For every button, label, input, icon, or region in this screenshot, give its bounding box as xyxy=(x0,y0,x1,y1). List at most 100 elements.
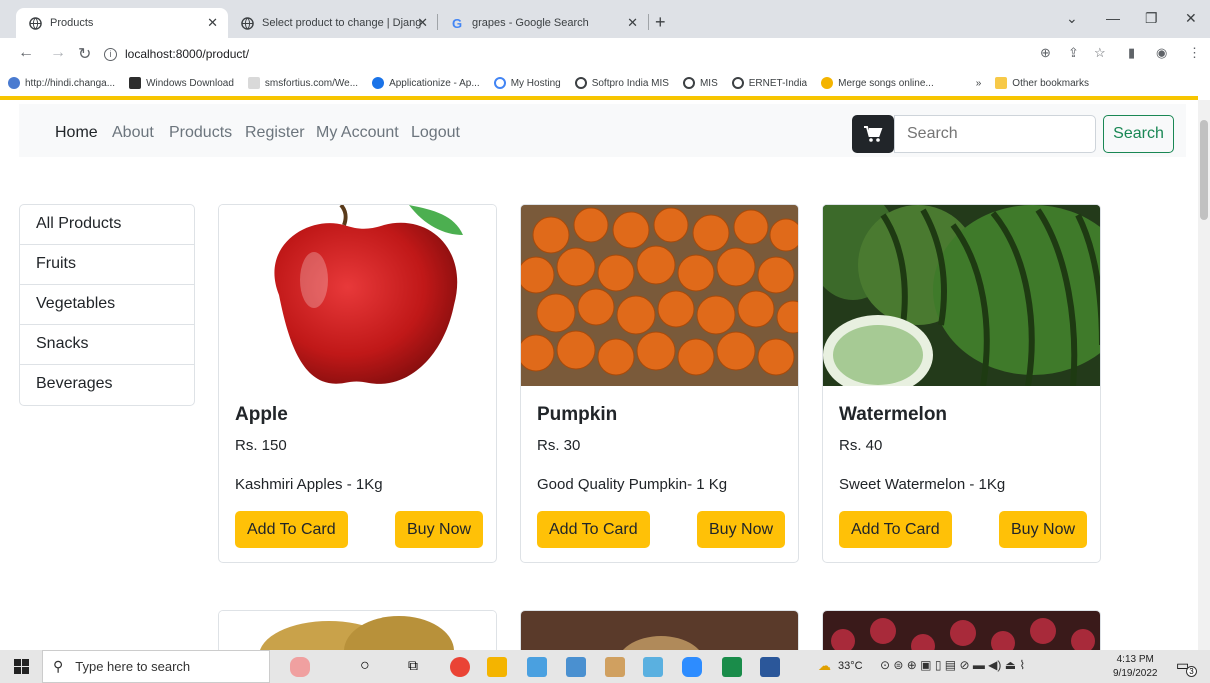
bookmark-item[interactable]: Softpro India MIS xyxy=(574,77,669,89)
folder-icon xyxy=(995,77,1008,89)
product-image-watermelon[interactable] xyxy=(823,205,1100,386)
new-tab-icon[interactable]: + xyxy=(655,12,666,33)
reload-icon[interactable]: ↻ xyxy=(78,44,91,64)
category-vegetables[interactable]: Vegetables xyxy=(20,285,194,325)
product-card-pumpkin: Pumpkin Rs. 30 Good Quality Pumpkin- 1 K… xyxy=(520,204,799,563)
temperature[interactable]: 33°C xyxy=(838,660,863,672)
cortana-icon[interactable]: ○ xyxy=(360,657,380,677)
bookmark-item[interactable]: http://hindi.changa... xyxy=(8,77,115,89)
category-snacks[interactable]: Snacks xyxy=(20,325,194,365)
bookmark-item[interactable]: My Hosting xyxy=(493,77,561,89)
nav-about[interactable]: About xyxy=(112,124,154,142)
product-card-watermelon: Watermelon Rs. 40 Sweet Watermelon - 1Kg… xyxy=(822,204,1101,563)
category-beverages[interactable]: Beverages xyxy=(20,365,194,405)
search-button[interactable]: Search xyxy=(1103,115,1174,153)
more-bookmarks-icon[interactable]: » xyxy=(976,78,982,89)
nav-home[interactable]: Home xyxy=(55,124,98,142)
tab-products[interactable]: Products ✕ xyxy=(16,8,228,38)
other-bookmarks[interactable]: Other bookmarks xyxy=(995,77,1089,89)
tray-icons[interactable]: ⊙ ⊜ ⊕ ▣ ▯ ▤ ⊘ ▬ ◀) ⏏ ⌇ xyxy=(880,658,1025,672)
menu-icon[interactable]: ⋮ xyxy=(1188,45,1201,61)
product-card-cookies[interactable] xyxy=(520,610,799,650)
bookmark-item[interactable]: Applicationize - Ap... xyxy=(372,77,480,89)
bookmark-item[interactable]: MIS xyxy=(682,77,718,89)
buy-now-button[interactable]: Buy Now xyxy=(697,511,786,548)
info-icon[interactable]: i xyxy=(104,47,117,61)
forward-icon[interactable]: → xyxy=(50,44,66,62)
product-card-apple: Apple Rs. 150 Kashmiri Apples - 1Kg Add … xyxy=(218,204,497,563)
bookmarks-bar: http://hindi.changa... Windows Download … xyxy=(0,70,1210,96)
bookmark-star-icon[interactable]: ☆ xyxy=(1094,45,1106,61)
category-all-products[interactable]: All Products xyxy=(20,205,194,245)
browser-toolbar: ← → ↻ i localhost:8000/product/ ⊕ ⇪ ☆ ▮ … xyxy=(0,38,1210,70)
word-icon[interactable] xyxy=(760,657,780,677)
profile-icon[interactable]: ◉ xyxy=(1156,45,1167,61)
globe-icon xyxy=(28,16,42,30)
site-navbar: Home About Products Register My Account … xyxy=(19,104,1186,157)
app-icon[interactable] xyxy=(527,657,547,677)
zoom-icon[interactable]: ⊕ xyxy=(1040,45,1051,61)
close-window-icon[interactable]: ✕ xyxy=(1185,10,1197,27)
product-price: Rs. 150 xyxy=(235,437,287,454)
tab-google-search[interactable]: G grapes - Google Search ✕ xyxy=(438,8,648,38)
cart-button[interactable] xyxy=(852,115,894,153)
page-content: Home About Products Register My Account … xyxy=(0,100,1198,650)
bookmark-item[interactable]: smsfortius.com/We... xyxy=(247,77,358,89)
restore-icon[interactable]: ❐ xyxy=(1145,10,1158,27)
bookmark-item[interactable]: Merge songs online... xyxy=(821,77,934,89)
product-card-grapes[interactable] xyxy=(822,610,1101,650)
task-view-icon[interactable]: ⧉ xyxy=(408,657,428,677)
buy-now-button[interactable]: Buy Now xyxy=(999,511,1088,548)
nav-logout[interactable]: Logout xyxy=(411,124,460,142)
url-text: localhost:8000/product/ xyxy=(125,47,250,61)
buy-now-button[interactable]: Buy Now xyxy=(395,511,484,548)
product-image-apple[interactable] xyxy=(219,205,496,386)
favicon-icon xyxy=(8,77,20,89)
app-icon[interactable] xyxy=(643,657,663,677)
tab-title: grapes - Google Search xyxy=(472,17,589,29)
nav-register[interactable]: Register xyxy=(245,124,305,142)
notification-count: 3 xyxy=(1186,666,1197,677)
merge-icon xyxy=(821,77,834,89)
side-panel-icon[interactable]: ▮ xyxy=(1128,45,1135,61)
add-to-cart-button[interactable]: Add To Card xyxy=(235,511,348,548)
chrome-icon[interactable] xyxy=(450,657,470,677)
flowers-icon xyxy=(290,657,310,677)
file-explorer-icon[interactable] xyxy=(487,657,507,677)
add-to-cart-button[interactable]: Add To Card xyxy=(839,511,952,548)
bookmark-item[interactable]: ERNET-India xyxy=(731,77,807,89)
scrollbar-thumb[interactable] xyxy=(1200,120,1208,220)
nav-products[interactable]: Products xyxy=(169,124,232,142)
category-list: All Products Fruits Vegetables Snacks Be… xyxy=(19,204,195,406)
cloud-icon xyxy=(372,77,385,89)
product-image-pumpkin[interactable] xyxy=(521,205,798,386)
weather-icon[interactable]: ☁ xyxy=(818,658,831,674)
zoom-icon[interactable] xyxy=(682,657,702,677)
close-tab-icon[interactable]: ✕ xyxy=(417,15,428,31)
product-card-potato[interactable] xyxy=(218,610,497,650)
add-to-cart-button[interactable]: Add To Card xyxy=(537,511,650,548)
close-tab-icon[interactable]: ✕ xyxy=(627,15,638,31)
product-name: Pumpkin xyxy=(537,404,618,425)
search-input[interactable] xyxy=(894,115,1096,153)
share-icon[interactable]: ⇪ xyxy=(1068,45,1079,61)
app-icon[interactable] xyxy=(566,657,586,677)
category-fruits[interactable]: Fruits xyxy=(20,245,194,285)
hosting-icon xyxy=(493,77,506,89)
taskbar-search[interactable]: ⚲ Type here to search xyxy=(42,650,270,683)
globe-icon xyxy=(731,77,744,89)
nav-my-account[interactable]: My Account xyxy=(316,124,399,142)
paint-icon[interactable] xyxy=(605,657,625,677)
windows-start-icon[interactable] xyxy=(14,659,29,679)
minimize-icon[interactable]: — xyxy=(1106,10,1120,26)
pycharm-icon[interactable] xyxy=(722,657,742,677)
bookmark-item[interactable]: Windows Download xyxy=(129,77,234,89)
cart-icon xyxy=(864,126,883,142)
product-name: Watermelon xyxy=(839,404,948,425)
tab-django-admin[interactable]: Select product to change | Djang ✕ xyxy=(228,8,438,38)
clock[interactable]: 4:13 PM 9/19/2022 xyxy=(1113,653,1158,681)
close-tab-icon[interactable]: ✕ xyxy=(207,15,218,31)
back-icon[interactable]: ← xyxy=(18,44,34,62)
tab-search-icon[interactable]: ⌄ xyxy=(1066,10,1078,27)
address-bar[interactable]: i localhost:8000/product/ xyxy=(104,42,1104,66)
